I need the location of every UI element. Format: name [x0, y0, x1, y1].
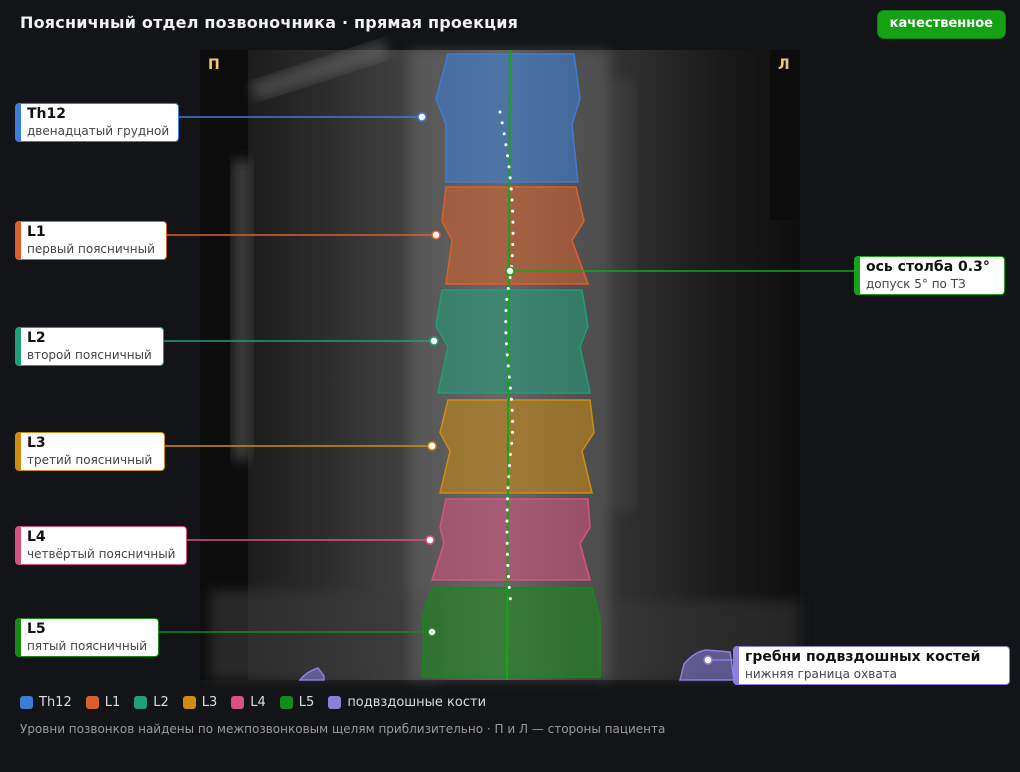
legend-swatch — [134, 696, 148, 709]
legend-item: L4 — [231, 695, 266, 710]
callout-name: L1 — [27, 224, 46, 240]
callout-desc: пятый поясничный — [27, 638, 147, 653]
legend-item: подвздошные кости — [328, 695, 486, 710]
callout-desc: третий поясничный — [27, 452, 153, 467]
callout-l5[interactable]: L5 пятый поясничный — [16, 619, 158, 657]
callout-name: L2 — [27, 330, 46, 346]
vertebra-l4[interactable] — [430, 498, 591, 581]
legend-label: L2 — [153, 695, 169, 710]
callout-name: Th12 — [27, 106, 66, 122]
anchor-dot-l5[interactable] — [427, 627, 437, 637]
callout-l2[interactable]: L2 второй поясничный — [16, 328, 163, 366]
callout-th12[interactable]: Th12 двенадцатый грудной — [16, 104, 178, 142]
vertebra-th12[interactable] — [435, 53, 581, 183]
callout-name: L5 — [27, 621, 46, 637]
callout-name: L3 — [27, 435, 46, 451]
callout-desc: первый поясничный — [27, 241, 155, 256]
legend-swatch — [85, 696, 99, 709]
legend-label: L1 — [104, 695, 121, 710]
callout-desc: нижняя граница охвата — [745, 666, 898, 681]
legend-swatch — [20, 696, 33, 709]
legend-swatch — [231, 696, 245, 709]
callout-desc: второй поясничный — [27, 347, 152, 362]
legend-label: L4 — [250, 695, 266, 710]
anchor-dot-axis[interactable] — [505, 266, 515, 276]
legend-item: Th12 — [20, 695, 72, 710]
anchor-dot-l4[interactable] — [425, 535, 435, 545]
anchor-dot-iliac[interactable] — [703, 655, 713, 665]
vertebra-l2[interactable] — [435, 289, 591, 394]
footnote: Уровни позвонков найдены по межпозвонков… — [20, 722, 666, 736]
callout-name: гребни подвздошных костей — [745, 649, 981, 665]
legend: Th12 L1 L2 L3 L4 L5 подвздошные кости — [20, 695, 486, 710]
legend-swatch — [182, 696, 196, 709]
side-marker-right: П — [208, 57, 220, 73]
callout-desc: допуск 5° по ТЗ — [866, 276, 966, 291]
callout-name: L4 — [27, 529, 46, 545]
legend-item: L5 — [279, 695, 315, 710]
legend-swatch — [279, 696, 293, 709]
callout-spine-axis[interactable]: ось столба 0.3° допуск 5° по ТЗ — [855, 257, 1004, 295]
anchor-dot-th12[interactable] — [417, 112, 427, 122]
side-marker-left: Л — [778, 57, 790, 73]
callout-l1[interactable]: L1 первый поясничный — [16, 222, 166, 260]
callout-name: ось столба 0.3° — [866, 259, 990, 275]
anchor-dot-l1[interactable] — [431, 230, 441, 240]
legend-label: подвздошные кости — [347, 695, 487, 710]
legend-item: L3 — [182, 695, 218, 710]
anchor-dot-l2[interactable] — [429, 336, 439, 346]
legend-item: L1 — [85, 695, 121, 710]
callout-iliac-crests[interactable]: гребни подвздошных костей нижняя граница… — [734, 647, 1009, 685]
legend-label: L3 — [201, 695, 218, 710]
legend-label: Th12 — [39, 695, 72, 710]
legend-label: L5 — [298, 695, 315, 710]
callout-desc: двенадцатый грудной — [27, 123, 170, 138]
anchor-dot-l3[interactable] — [427, 441, 437, 451]
legend-swatch — [328, 696, 342, 709]
callout-l4[interactable]: L4 четвёртый поясничный — [16, 527, 186, 565]
legend-item: L2 — [134, 695, 169, 710]
callout-l3[interactable]: L3 третий поясничный — [16, 433, 164, 471]
vertebra-l3[interactable] — [439, 399, 595, 494]
vertebra-l1[interactable] — [441, 186, 590, 285]
vertebra-l5[interactable] — [421, 587, 601, 678]
callout-desc: четвёртый поясничный — [27, 546, 176, 561]
